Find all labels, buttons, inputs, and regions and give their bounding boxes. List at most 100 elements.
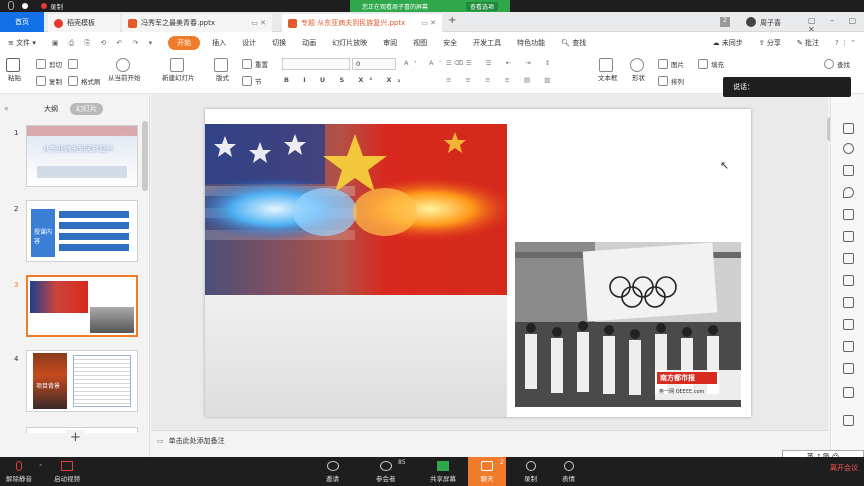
location-icon[interactable] bbox=[843, 187, 854, 198]
section-button[interactable]: 节 bbox=[242, 76, 262, 86]
share-icon[interactable] bbox=[843, 209, 854, 220]
layout-button[interactable]: 版式 bbox=[214, 58, 231, 82]
mute-options-chevron-icon[interactable]: ⌃ bbox=[38, 463, 43, 471]
tool-icon[interactable] bbox=[843, 363, 854, 374]
arrange-button[interactable]: 排列 bbox=[658, 76, 684, 86]
menu-insert[interactable]: 插入 bbox=[204, 38, 234, 48]
menu-transition[interactable]: 切换 bbox=[264, 38, 294, 48]
menu-view[interactable]: 视图 bbox=[405, 38, 435, 48]
menu-review[interactable]: 审阅 bbox=[375, 38, 405, 48]
help-icon[interactable] bbox=[843, 387, 854, 398]
textbox-button[interactable]: 文本框 bbox=[598, 58, 618, 82]
menu-features[interactable]: 特色功能 bbox=[509, 38, 553, 48]
comment-button[interactable]: ✎ 批注 bbox=[789, 38, 827, 48]
menu-slideshow[interactable]: 幻灯片放映 bbox=[324, 38, 375, 48]
mouse-cursor-icon: ↖ bbox=[720, 159, 730, 172]
tab-ppt-2[interactable]: 专题 从东亚病夫到民族复兴.pptx ▭ ✕ bbox=[282, 14, 442, 32]
reactions-button[interactable]: 表情 bbox=[562, 457, 575, 486]
slide-thumbnail-2[interactable]: 授课内容 bbox=[26, 200, 138, 262]
layers-icon[interactable] bbox=[843, 297, 854, 308]
paste-icon bbox=[6, 58, 20, 72]
animation-icon[interactable] bbox=[843, 143, 854, 154]
share-button[interactable]: ⇪ 分享 bbox=[751, 38, 789, 48]
export-icon[interactable] bbox=[843, 341, 854, 352]
new-tab-icon[interactable]: + bbox=[448, 15, 456, 26]
tab-slides[interactable]: 幻灯片 bbox=[70, 103, 103, 115]
property-icon[interactable] bbox=[843, 123, 854, 134]
view-options-button[interactable]: 查看选项 bbox=[465, 1, 498, 11]
menu-start[interactable]: 开始 bbox=[168, 36, 201, 50]
leave-meeting-button[interactable]: 离开会议 bbox=[830, 463, 858, 473]
font-family-select[interactable] bbox=[282, 58, 350, 70]
record-icon bbox=[525, 460, 536, 471]
chart-icon[interactable] bbox=[843, 275, 854, 286]
paste-button[interactable]: 粘贴 bbox=[6, 58, 23, 82]
more-icon[interactable] bbox=[843, 415, 854, 426]
shape-button[interactable]: 形状 bbox=[630, 58, 647, 82]
unmute-button[interactable]: 解除静音 bbox=[6, 457, 32, 486]
tab-daoke[interactable]: 稻壳模板 bbox=[48, 14, 120, 32]
slide-thumbnail-1[interactable]: 从东亚病夫到民族复兴 bbox=[26, 125, 138, 187]
chat-icon bbox=[481, 460, 493, 471]
play-icon bbox=[115, 58, 130, 72]
shape-label: 形状 bbox=[632, 74, 645, 82]
menu-security[interactable]: 安全 bbox=[435, 38, 465, 48]
font-style-buttons[interactable]: B I U S X² X₂ bbox=[284, 76, 406, 84]
slide-thumbnail-3[interactable] bbox=[26, 275, 138, 337]
thumb4-title: 项目背景 bbox=[36, 383, 61, 390]
slide-number: 1 bbox=[14, 129, 19, 137]
daoke-icon bbox=[54, 18, 63, 28]
tab-counter[interactable]: 2 bbox=[720, 17, 730, 27]
find-button[interactable]: 查找 bbox=[824, 59, 850, 69]
copy-style-icon[interactable] bbox=[843, 165, 854, 176]
user-name[interactable]: 周子喜 bbox=[760, 18, 781, 28]
menu-animation[interactable]: 动画 bbox=[294, 38, 324, 48]
mic-muted-icon bbox=[16, 460, 22, 471]
flags-fists-image[interactable] bbox=[205, 124, 507, 295]
panel-scrollbar[interactable] bbox=[142, 121, 148, 191]
picture-button[interactable]: 图片 bbox=[658, 59, 684, 69]
menu-design[interactable]: 设计 bbox=[234, 38, 264, 48]
notes-bar[interactable]: ▭ 单击此处添加备注 bbox=[151, 430, 828, 450]
format-painter-button[interactable]: 格式刷 bbox=[68, 76, 101, 86]
share-screen-button[interactable]: 共享屏幕 bbox=[430, 457, 456, 486]
meeting-control-bar: 解除静音 ⌃ 启动视频 邀请 参会者 85 共享屏幕 聊天 2 录制 表情 bbox=[0, 457, 864, 486]
avatar[interactable] bbox=[746, 17, 756, 27]
tab-ppt-1[interactable]: 冯秀军之最美青春.pptx ▭ ✕ bbox=[122, 14, 272, 32]
align-buttons[interactable]: ≡ ≡ ≡ ≡ ▤ ▥ bbox=[446, 76, 556, 84]
tab-home[interactable]: 首页 bbox=[0, 12, 44, 32]
mic-indicator-icon bbox=[8, 1, 14, 10]
sync-button[interactable]: ☁ 未同步 bbox=[705, 38, 751, 48]
participants-button[interactable]: 参会者 bbox=[376, 457, 396, 486]
apps-grid-icon[interactable] bbox=[843, 231, 854, 242]
record-button[interactable]: 录制 bbox=[524, 457, 537, 486]
menu-file[interactable]: ≡ 文件 ▾ bbox=[0, 38, 44, 48]
tab-close-icon[interactable]: ▭ ✕ bbox=[251, 19, 266, 27]
invite-button[interactable]: 邀请 bbox=[326, 457, 339, 486]
fill-button[interactable]: 填充 bbox=[698, 59, 724, 69]
olympic-photo[interactable]: 南方都市报 奥一网 OEEEE.com bbox=[515, 242, 741, 407]
help-icons[interactable]: ? ⋮ ⌃ bbox=[827, 39, 864, 47]
arrange-icon bbox=[658, 76, 668, 86]
current-slide[interactable]: 南方都市报 奥一网 OEEEE.com ↖ bbox=[205, 109, 751, 417]
tab-close-icon[interactable]: ▭ ✕ bbox=[421, 19, 436, 27]
copy-button[interactable]: 复制 bbox=[36, 76, 62, 86]
reset-button[interactable]: 重置 bbox=[242, 59, 268, 69]
layout-style-button[interactable] bbox=[68, 59, 81, 69]
play-from-current-button[interactable]: 从当前开始 bbox=[108, 58, 141, 82]
start-video-button[interactable]: 启动视频 bbox=[54, 457, 80, 486]
cut-button[interactable]: 剪切 bbox=[36, 59, 62, 69]
add-slide-icon[interactable]: + bbox=[66, 430, 85, 445]
quick-access-icons[interactable]: ▣ ⎙ ⎘ ⟲ ↶ ↷ ▾ bbox=[44, 39, 164, 48]
collapse-panel-icon[interactable]: « bbox=[4, 104, 9, 113]
menu-search[interactable]: 🔍︎ 查找 bbox=[553, 38, 594, 48]
paragraph-buttons[interactable]: ☰ ☰ ☰ ⇤ ⇥ ↕ bbox=[446, 59, 556, 67]
tab-outline[interactable]: 大纲 bbox=[40, 103, 62, 115]
settings-icon[interactable] bbox=[843, 253, 854, 264]
translate-icon[interactable] bbox=[843, 319, 854, 330]
menu-developer[interactable]: 开发工具 bbox=[465, 38, 509, 48]
slide-thumbnail-4[interactable]: 项目背景 bbox=[26, 350, 138, 412]
new-slide-button[interactable]: 新建幻灯片 bbox=[162, 58, 195, 82]
slide-bottom-fade bbox=[205, 295, 507, 417]
font-size-select[interactable]: 0 bbox=[352, 58, 396, 70]
